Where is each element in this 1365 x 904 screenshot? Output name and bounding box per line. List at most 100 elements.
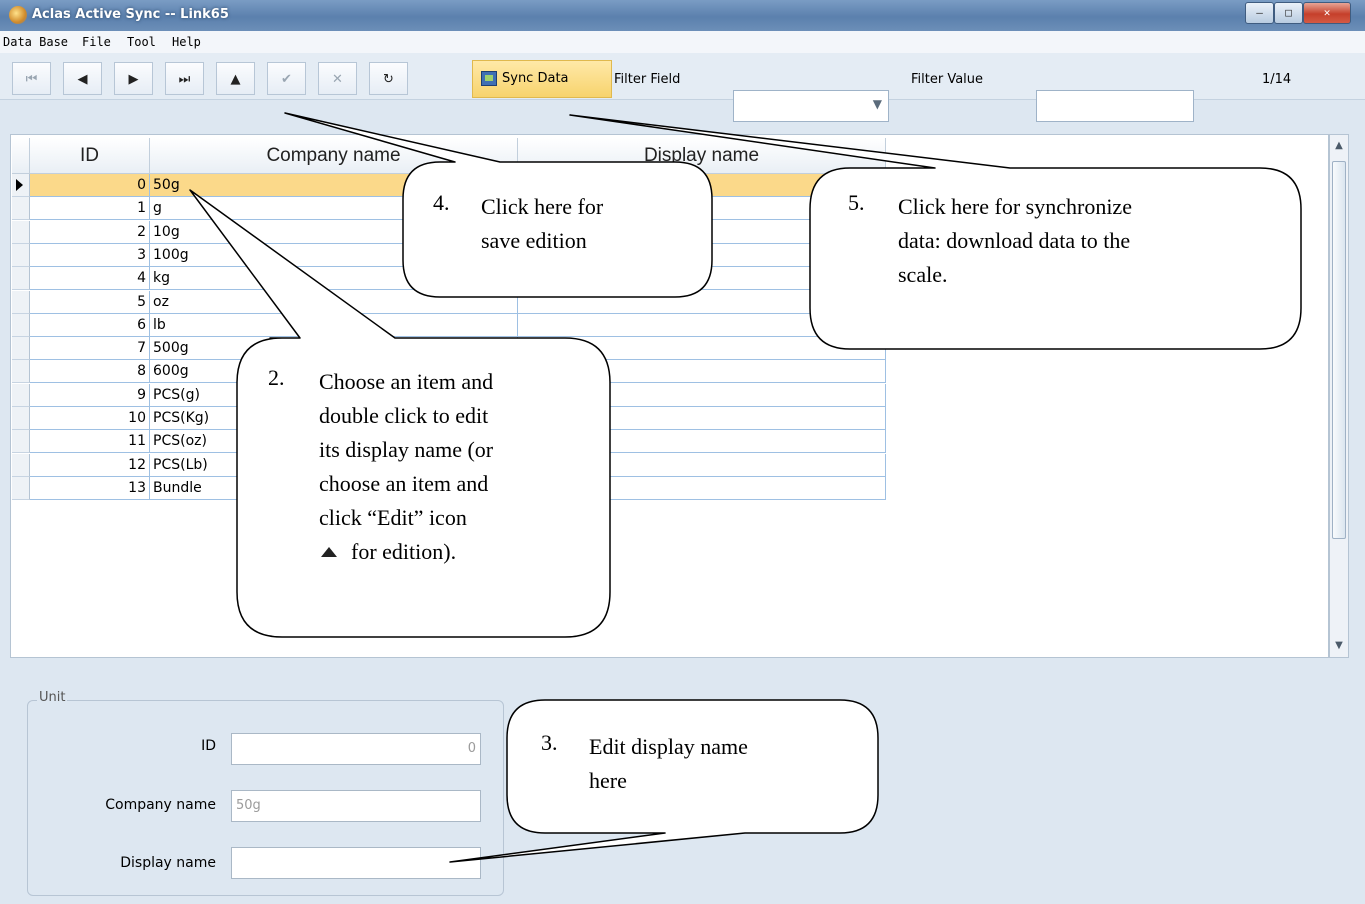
current-row-arrow-icon (16, 179, 23, 191)
grid-corner (12, 138, 30, 174)
callout-step3-line: here (589, 768, 627, 793)
callout-step2-line: double click to edit (319, 403, 489, 428)
table-row[interactable]: 4 kg (12, 267, 886, 291)
cell-display-name[interactable] (518, 313, 886, 337)
row-indicator[interactable] (12, 313, 30, 337)
row-indicator[interactable] (12, 267, 30, 291)
filter-field-select[interactable]: ▼ (733, 90, 889, 122)
app-icon (9, 6, 27, 24)
cell-id[interactable]: 10 (30, 407, 150, 430)
column-header-company[interactable]: Company name (150, 138, 518, 174)
menu-help[interactable]: Help (172, 35, 201, 49)
callout-step3-line: Edit display name (589, 734, 748, 759)
column-header-id[interactable]: ID (30, 138, 150, 174)
cell-company-name[interactable]: g (150, 197, 518, 221)
cell-id[interactable]: 2 (30, 220, 150, 244)
cell-display-name[interactable] (518, 267, 886, 291)
callout-step5-line: Click here for synchronize (898, 194, 1132, 219)
callout-step2-line: its display name (or (319, 437, 494, 462)
scroll-down-icon[interactable]: ▼ (1330, 635, 1348, 657)
callout-step2-line: click “Edit” icon (319, 505, 467, 530)
cell-id[interactable]: 12 (30, 453, 150, 477)
scroll-thumb[interactable] (1332, 161, 1346, 539)
refresh-icon[interactable]: ↻ (369, 62, 408, 95)
id-field[interactable]: 0 (231, 733, 481, 765)
filter-field-label: Filter Field (614, 72, 681, 87)
cell-id[interactable]: 6 (30, 313, 150, 337)
callout-step5-line: scale. (898, 262, 948, 287)
cell-id[interactable]: 1 (30, 197, 150, 221)
row-indicator[interactable] (12, 337, 30, 361)
cell-display-name[interactable] (518, 290, 886, 314)
cell-id[interactable]: 13 (30, 476, 150, 500)
cell-id[interactable]: 0 (30, 174, 150, 197)
row-indicator[interactable] (12, 407, 30, 430)
maximize-button[interactable]: □ (1274, 2, 1303, 24)
save-check-icon[interactable]: ✔ (267, 62, 306, 95)
column-header-display[interactable]: Display name (518, 138, 886, 174)
company-name-field[interactable]: 50g (231, 790, 481, 822)
scroll-up-icon[interactable]: ▲ (1330, 135, 1348, 157)
menu-database[interactable]: Data Base (3, 35, 68, 49)
prev-record-icon[interactable]: ◀ (63, 62, 102, 95)
cell-display-name[interactable] (518, 337, 886, 361)
callout-step2-last-line: for edition). (319, 535, 579, 569)
cell-id[interactable]: 11 (30, 430, 150, 454)
cell-company-name[interactable]: 100g (150, 243, 518, 267)
record-position: 1/14 (1262, 72, 1292, 87)
filter-value-label: Filter Value (911, 72, 984, 87)
sync-data-label: Sync Data (502, 71, 569, 86)
sync-data-button[interactable]: Sync Data (472, 60, 612, 98)
callout-step5-line: data: download data to the (898, 228, 1131, 253)
window-title-bar: Aclas Active Sync -- Link65 – □ ✕ (0, 0, 1365, 31)
callout-step4-line: Click here for (481, 194, 604, 219)
menu-tool[interactable]: Tool (127, 35, 156, 49)
cell-company-name[interactable]: oz (150, 290, 518, 314)
row-indicator[interactable] (12, 383, 30, 407)
row-indicator[interactable] (12, 360, 30, 384)
cell-company-name[interactable]: 50g (150, 174, 518, 197)
cell-company-name[interactable]: kg (150, 267, 518, 291)
row-indicator[interactable] (12, 476, 30, 500)
menu-file[interactable]: File (82, 35, 111, 49)
row-indicator[interactable] (12, 243, 30, 267)
table-row[interactable]: 3 100g (12, 243, 886, 268)
cell-company-name[interactable]: 10g (150, 220, 518, 244)
row-indicator[interactable] (12, 197, 30, 221)
row-indicator[interactable] (12, 453, 30, 477)
callout-step2-text: Choose an item and double click to edit … (319, 365, 579, 569)
close-button[interactable]: ✕ (1303, 2, 1351, 24)
table-row[interactable]: 7 500g (12, 337, 886, 361)
row-indicator[interactable] (12, 290, 30, 314)
callout-step4-line: save edition (481, 228, 587, 253)
company-name-label: Company name (105, 797, 216, 813)
filter-value-input[interactable] (1036, 90, 1194, 122)
callout-step3-text: Edit display name here (589, 730, 849, 798)
next-record-icon[interactable]: ▶ (114, 62, 153, 95)
cell-company-name[interactable]: lb (150, 313, 518, 337)
row-indicator[interactable] (12, 174, 30, 197)
row-indicator[interactable] (12, 430, 30, 454)
callout-step4-number: 4. (433, 190, 450, 215)
cell-id[interactable]: 7 (30, 337, 150, 361)
unit-group-title: Unit (37, 690, 68, 705)
table-row[interactable]: 6 lb (12, 313, 886, 338)
cell-id[interactable]: 8 (30, 360, 150, 384)
display-name-field[interactable] (231, 847, 481, 879)
table-row[interactable]: 5 oz (12, 290, 886, 315)
first-record-icon[interactable]: ⏮ (12, 62, 51, 95)
id-label: ID (201, 738, 216, 754)
cell-id[interactable]: 4 (30, 267, 150, 291)
cell-id[interactable]: 5 (30, 290, 150, 314)
table-row[interactable]: 2 10g (12, 220, 886, 245)
grid-scrollbar[interactable]: ▲ ▼ (1329, 134, 1349, 658)
cell-id[interactable]: 9 (30, 383, 150, 407)
cell-company-name[interactable]: 500g (150, 337, 518, 361)
cell-id[interactable]: 3 (30, 243, 150, 267)
row-indicator[interactable] (12, 220, 30, 244)
callout-step5-text: Click here for synchronize data: downloa… (898, 190, 1278, 292)
last-record-icon[interactable]: ⏭ (165, 62, 204, 95)
minimize-button[interactable]: – (1245, 2, 1274, 24)
cancel-x-icon[interactable]: ✕ (318, 62, 357, 95)
edit-icon[interactable]: ▲ (216, 62, 255, 95)
